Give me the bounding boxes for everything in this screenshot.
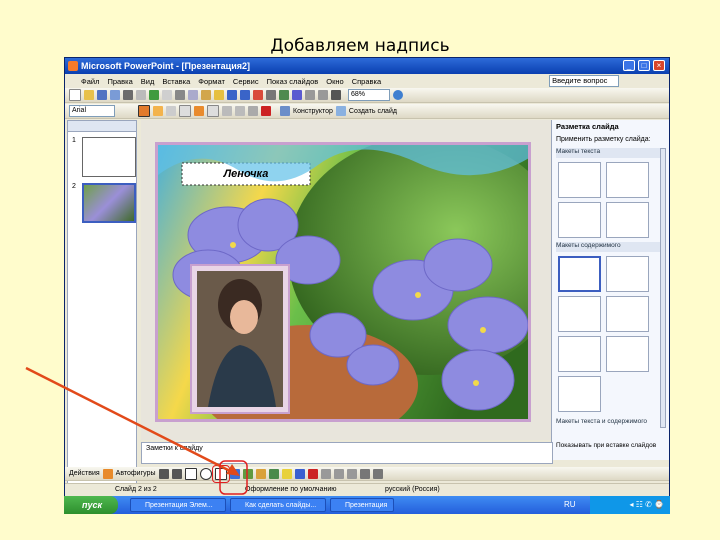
pointer-arrow (25, 366, 237, 476)
highlight-box (219, 460, 248, 495)
annotation-overlay (25, 366, 248, 495)
